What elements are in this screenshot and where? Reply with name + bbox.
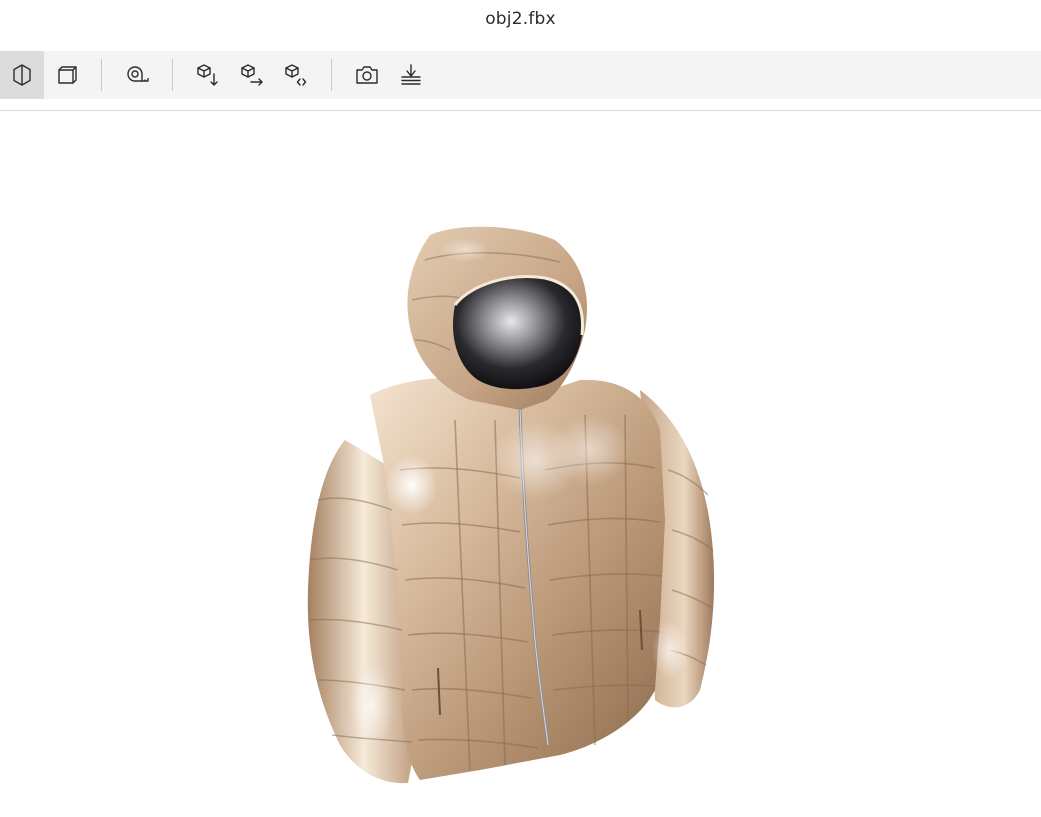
- toolbar-separator: [101, 59, 102, 91]
- 3d-viewport[interactable]: [0, 111, 1041, 817]
- cube-down-button[interactable]: [186, 51, 230, 99]
- jacket-model: [307, 226, 715, 784]
- wireframe-box-icon: [58, 66, 77, 84]
- cube-code-icon: [285, 64, 307, 86]
- cube-down-icon: [197, 64, 218, 86]
- camera-button[interactable]: [345, 51, 389, 99]
- toolbar: [0, 51, 1041, 99]
- shaded-view-button[interactable]: [0, 51, 44, 99]
- toolbar-separator: [172, 59, 173, 91]
- viewer-app: obj2.fbx: [0, 0, 1041, 817]
- cube-right-button[interactable]: [230, 51, 274, 99]
- cube-code-button[interactable]: [274, 51, 318, 99]
- ground-plane-button[interactable]: [389, 51, 433, 99]
- shaded-view-icon: [13, 64, 31, 86]
- window-title: obj2.fbx: [485, 9, 556, 29]
- measure-tape-button[interactable]: [115, 51, 159, 99]
- title-bar: obj2.fbx: [0, 0, 1041, 40]
- measure-tape-icon: [127, 66, 149, 82]
- ground-plane-icon: [401, 64, 421, 85]
- toolbar-separator: [331, 59, 332, 91]
- cube-right-icon: [241, 64, 263, 86]
- camera-icon: [356, 66, 378, 84]
- wireframe-box-button[interactable]: [44, 51, 88, 99]
